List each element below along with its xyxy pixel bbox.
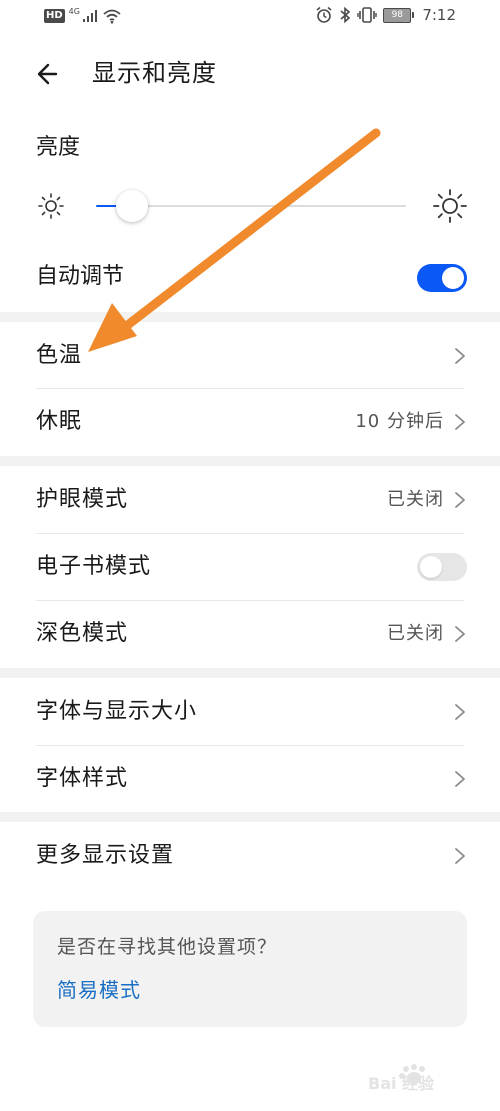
hd-badge: HD (44, 9, 65, 23)
more-display-settings-label: 更多显示设置 (36, 843, 175, 868)
eye-comfort-value: 已关闭 (387, 489, 444, 510)
back-arrow-icon (37, 63, 58, 85)
font-style-label: 字体样式 (36, 766, 129, 791)
ebook-mode-label: 电子书模式 (36, 554, 152, 579)
signal-icon (82, 10, 97, 22)
vibrate-icon (357, 7, 378, 23)
section-separator (0, 668, 500, 678)
brightness-high-icon (433, 189, 467, 223)
ebook-mode-toggle[interactable] (417, 553, 467, 581)
wifi-icon (103, 9, 121, 24)
page-title: 显示和亮度 (92, 59, 217, 87)
settings-screen: HD 4G 98 7:12 显示和亮度 亮度 自动调节 色温 休眠 10 分钟后… (0, 0, 500, 1111)
slider-thumb[interactable] (116, 190, 148, 222)
suggestion-card: 是否在寻找其他设置项？ 简易模式 (33, 911, 467, 1027)
simple-mode-link[interactable]: 简易模式 (57, 975, 141, 1005)
brightness-slider[interactable] (96, 190, 406, 222)
title-bar: 显示和亮度 (0, 46, 500, 102)
alarm-icon (316, 6, 332, 23)
chevron-right-icon (455, 626, 465, 642)
toggle-knob (420, 556, 442, 578)
dark-mode-value: 已关闭 (387, 623, 444, 644)
chevron-right-icon (455, 704, 465, 720)
status-right: 98 7:12 (315, 6, 456, 24)
network-type-label: 4G (68, 6, 80, 16)
status-left: HD 4G (44, 6, 122, 24)
auto-adjust-row: 自动调节 (0, 248, 500, 308)
auto-adjust-label: 自动调节 (36, 264, 125, 289)
row-color-temperature[interactable]: 色温 (0, 323, 500, 389)
suggestion-question: 是否在寻找其他设置项？ (57, 936, 278, 958)
sleep-label: 休眠 (36, 409, 83, 434)
dark-mode-label: 深色模式 (36, 621, 129, 646)
toggle-knob (442, 267, 464, 289)
section-separator (0, 312, 500, 322)
brightness-low-icon (38, 193, 64, 219)
watermark-text: Bai 经验 (368, 1074, 435, 1093)
row-ebook-mode: 电子书模式 (0, 534, 500, 600)
auto-adjust-toggle[interactable] (417, 264, 467, 292)
brightness-title: 亮度 (36, 135, 81, 160)
battery-indicator: 98 (383, 7, 415, 23)
row-eye-comfort[interactable]: 护眼模式 已关闭 (0, 467, 500, 533)
battery-cap (412, 12, 415, 18)
sleep-value: 10 分钟后 (355, 411, 444, 432)
row-font-and-display-size[interactable]: 字体与显示大小 (0, 679, 500, 745)
chevron-right-icon (455, 492, 465, 508)
row-dark-mode[interactable]: 深色模式 已关闭 (0, 601, 500, 667)
chevron-right-icon (455, 348, 465, 364)
battery-level: 98 (383, 7, 412, 23)
chevron-right-icon (455, 771, 465, 787)
row-sleep[interactable]: 休眠 10 分钟后 (0, 389, 500, 455)
clock: 7:12 (422, 6, 456, 24)
row-more-display-settings[interactable]: 更多显示设置 (0, 823, 500, 889)
status-bar: HD 4G 98 7:12 (0, 0, 500, 36)
row-font-style[interactable]: 字体样式 (0, 746, 500, 812)
color-temperature-label: 色温 (36, 343, 83, 368)
section-separator (0, 456, 500, 466)
chevron-right-icon (455, 414, 465, 430)
eye-comfort-label: 护眼模式 (36, 487, 129, 512)
back-button[interactable] (28, 58, 68, 90)
baidu-jingyan-watermark: Bai 经验 (368, 1064, 435, 1093)
font-display-size-label: 字体与显示大小 (36, 699, 198, 724)
chevron-right-icon (455, 848, 465, 864)
bluetooth-icon (340, 6, 351, 24)
section-separator (0, 812, 500, 822)
